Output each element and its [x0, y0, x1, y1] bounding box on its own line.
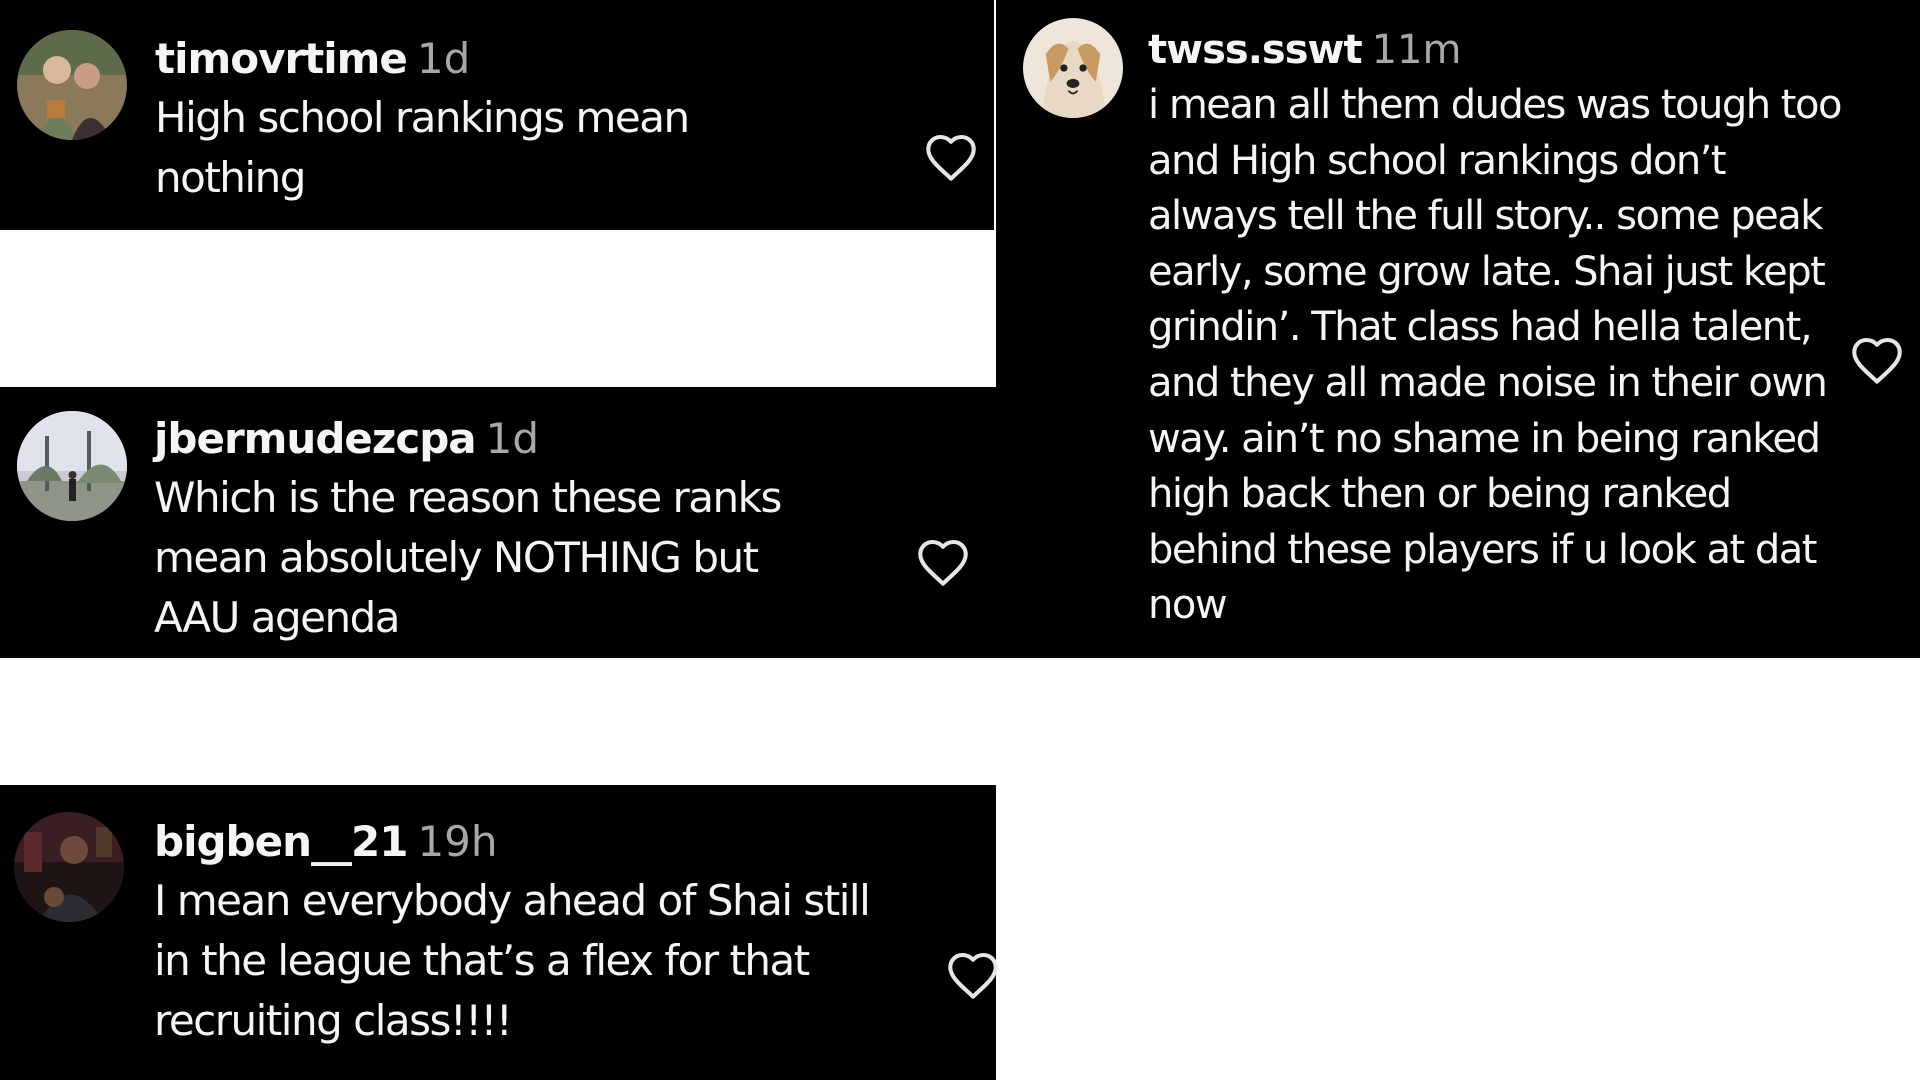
comment-card-twss.sswt: twss.sswt 11m i mean all them dudes was t…	[996, 0, 1920, 658]
username[interactable]: twss.sswt	[1148, 27, 1363, 73]
like-button[interactable]	[945, 950, 1001, 1000]
username[interactable]: timovrtime	[155, 34, 408, 83]
heart-outline-icon	[1852, 337, 1902, 384]
heart-outline-icon	[918, 539, 968, 586]
like-button[interactable]	[923, 132, 979, 182]
timestamp: 1d	[416, 34, 471, 83]
avatar[interactable]	[17, 30, 127, 140]
dog-photo-avatar-icon	[1023, 18, 1123, 118]
dark-photo-avatar-icon	[14, 812, 124, 922]
like-button[interactable]	[1849, 335, 1905, 385]
avatar[interactable]	[17, 411, 127, 521]
username[interactable]: jbermudezcpa	[154, 414, 477, 463]
like-button[interactable]	[915, 537, 971, 587]
timestamp: 1d	[485, 414, 540, 463]
comment-text: i mean all them dudes was tough too and …	[1148, 82, 1842, 629]
comment-card-bigben__21: bigben__21 19h I mean everybody ahead of …	[0, 785, 998, 1080]
comment-text: I mean everybody ahead of Shai still in …	[154, 876, 871, 1045]
avatar[interactable]	[1023, 18, 1123, 118]
comment-text: High school rankings mean nothing	[155, 93, 690, 203]
username[interactable]: bigben__21	[154, 817, 408, 866]
heart-outline-icon	[948, 952, 998, 999]
timestamp: 19h	[417, 817, 498, 866]
avatar[interactable]	[14, 812, 124, 922]
comment-card-jbermudezcpa: jbermudezcpa 1d Which is the reason these…	[0, 387, 996, 658]
couple-photo-avatar-icon	[17, 30, 127, 140]
comment-card-timovrtime: timovrtime 1d High school rankings mean n…	[0, 0, 994, 230]
comment-text: Which is the reason these ranks mean abs…	[154, 473, 782, 642]
timestamp: 11m	[1371, 27, 1462, 73]
heart-outline-icon	[926, 134, 976, 181]
outdoor-photo-avatar-icon	[17, 411, 127, 521]
